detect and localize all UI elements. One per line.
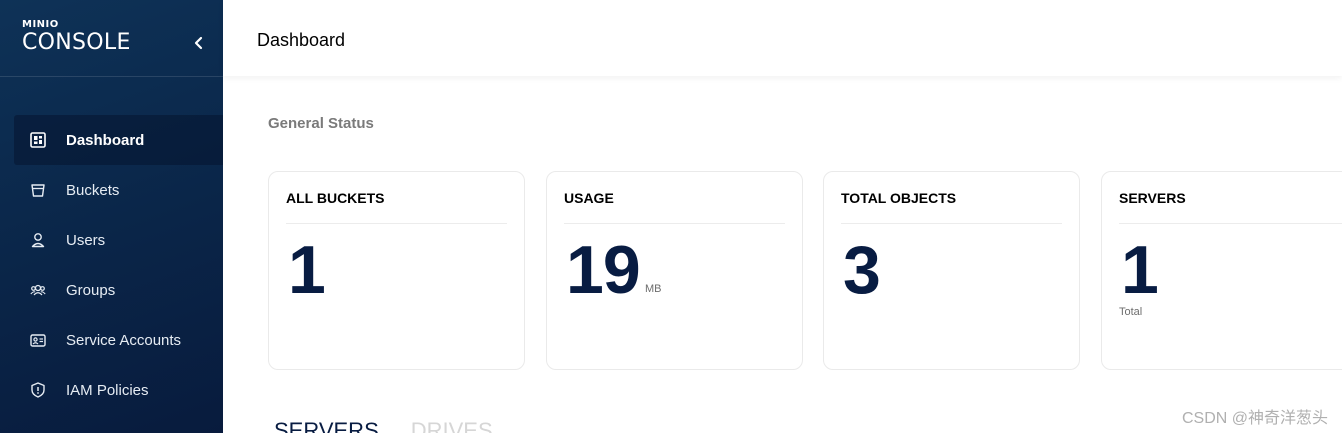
card-subtext: Total <box>1119 306 1143 318</box>
brand-small-text: MINIO <box>22 19 59 30</box>
card-title: SERVERS <box>1119 190 1342 224</box>
sidebar-item-label: Groups <box>66 281 116 299</box>
sidebar-item-buckets[interactable]: Buckets <box>14 165 223 215</box>
bucket-icon <box>30 182 46 198</box>
sidebar-divider <box>0 76 223 77</box>
card-value: 19 <box>566 232 641 308</box>
sidebar-item-iam-policies[interactable]: IAM Policies <box>14 365 223 415</box>
card-value: 1 <box>288 232 326 308</box>
card-total-objects: TOTAL OBJECTS 3 <box>823 171 1080 370</box>
sidebar-nav: Dashboard Buckets Users Groups Service A… <box>14 115 223 415</box>
collapse-sidebar-button[interactable] <box>188 34 210 56</box>
sidebar-item-label: Dashboard <box>66 131 145 149</box>
brand-big-text: CONSOLE <box>22 30 131 55</box>
tabs: SERVERS DRIVES <box>274 418 493 433</box>
card-usage: USAGE 19 MB <box>546 171 803 370</box>
sidebar: MINIO CONSOLE Dashboard Buckets Users Gr… <box>0 0 223 433</box>
card-all-buckets: ALL BUCKETS 1 <box>268 171 525 370</box>
sidebar-item-label: IAM Policies <box>66 381 149 399</box>
sidebar-item-groups[interactable]: Groups <box>14 265 223 315</box>
service-accounts-icon <box>30 332 46 348</box>
user-icon <box>30 232 46 248</box>
sidebar-item-service-accounts[interactable]: Service Accounts <box>14 315 223 365</box>
card-servers: SERVERS 1 Total <box>1101 171 1342 370</box>
brand-logo[interactable]: MINIO CONSOLE <box>22 20 131 55</box>
card-title: ALL BUCKETS <box>286 190 507 224</box>
sidebar-item-label: Users <box>66 231 106 249</box>
top-header: Dashboard <box>223 0 1342 76</box>
sidebar-item-users[interactable]: Users <box>14 215 223 265</box>
shield-icon <box>30 382 46 398</box>
watermark: CSDN @神奇洋葱头 <box>1181 410 1328 427</box>
sidebar-item-label: Buckets <box>66 181 120 199</box>
card-value: 3 <box>843 232 881 308</box>
sidebar-item-dashboard[interactable]: Dashboard <box>14 115 223 165</box>
card-title: USAGE <box>564 190 785 224</box>
tab-servers[interactable]: SERVERS <box>274 418 379 433</box>
card-unit: MB <box>645 283 662 295</box>
chevron-left-icon <box>193 36 205 55</box>
groups-icon <box>30 282 46 298</box>
card-title: TOTAL OBJECTS <box>841 190 1062 224</box>
page-title: Dashboard <box>257 30 346 50</box>
section-title: General Status <box>268 115 374 132</box>
card-value: 1 <box>1121 232 1159 308</box>
tab-drives[interactable]: DRIVES <box>411 418 493 433</box>
sidebar-item-label: Service Accounts <box>66 331 182 349</box>
dashboard-icon <box>30 132 46 148</box>
